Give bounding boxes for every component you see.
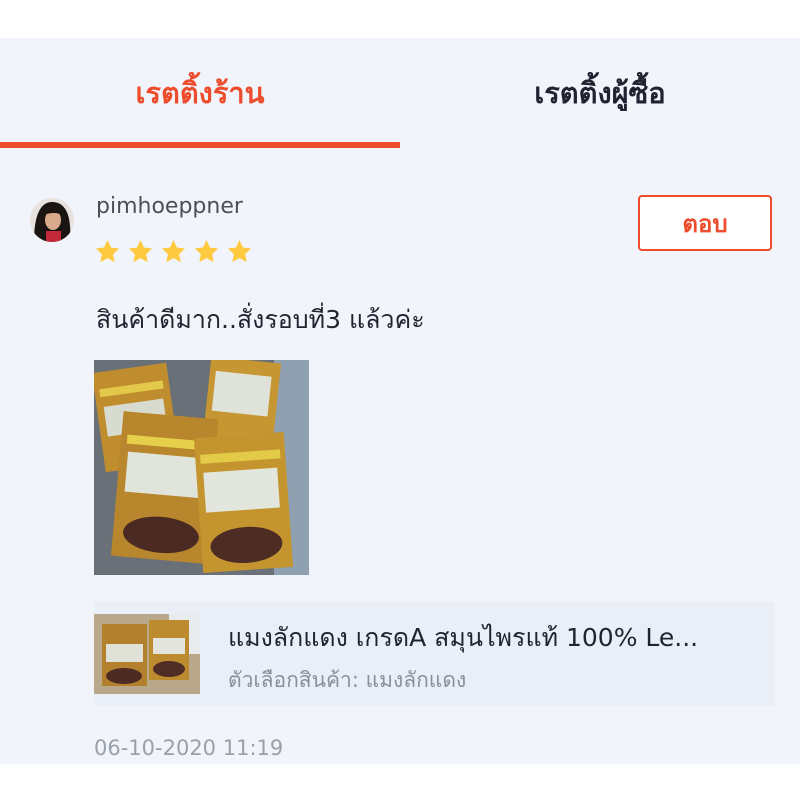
product-thumbnail	[94, 614, 200, 694]
reply-button[interactable]: ตอบ	[638, 195, 772, 251]
avatar[interactable]	[30, 198, 74, 242]
star-icon	[194, 240, 219, 263]
star-icon	[95, 240, 120, 263]
review-timestamp: 06-10-2020 11:19	[94, 736, 284, 760]
product-variant: ตัวเลือกสินค้า: แมงลักแดง	[228, 668, 467, 692]
reply-button-label: ตอบ	[682, 209, 728, 238]
section-divider	[0, 148, 800, 170]
star-icon	[128, 240, 153, 263]
review-photo[interactable]	[94, 360, 309, 575]
tab-buyer-rating[interactable]: เรตติ้งผู้ซื้อ	[400, 38, 800, 148]
reviewer-username: pimhoeppner	[96, 194, 243, 219]
star-rating	[94, 238, 253, 265]
rating-tabs: เรตติ้งร้าน เรตติ้งผู้ซื้อ	[0, 38, 800, 148]
tab-store-rating-label: เรตติ้งร้าน	[135, 76, 265, 110]
review-item: pimhoeppner ตอบ สินค้าดีมาก..สั่งรอบที่3…	[0, 170, 800, 764]
product-card[interactable]: แมงลักแดง เกรดA สมุนไพรแท้ 100% Le... ตั…	[94, 602, 774, 706]
star-icon	[227, 240, 252, 263]
bottom-area	[0, 764, 800, 800]
review-comment: สินค้าดีมาก..สั่งรอบที่3 แล้วค่ะ	[96, 305, 425, 334]
status-bar-area	[0, 0, 800, 38]
star-icon	[161, 240, 186, 263]
product-name: แมงลักแดง เกรดA สมุนไพรแท้ 100% Le...	[228, 623, 699, 652]
tab-store-rating[interactable]: เรตติ้งร้าน	[0, 38, 400, 148]
tab-buyer-rating-label: เรตติ้งผู้ซื้อ	[534, 76, 666, 110]
